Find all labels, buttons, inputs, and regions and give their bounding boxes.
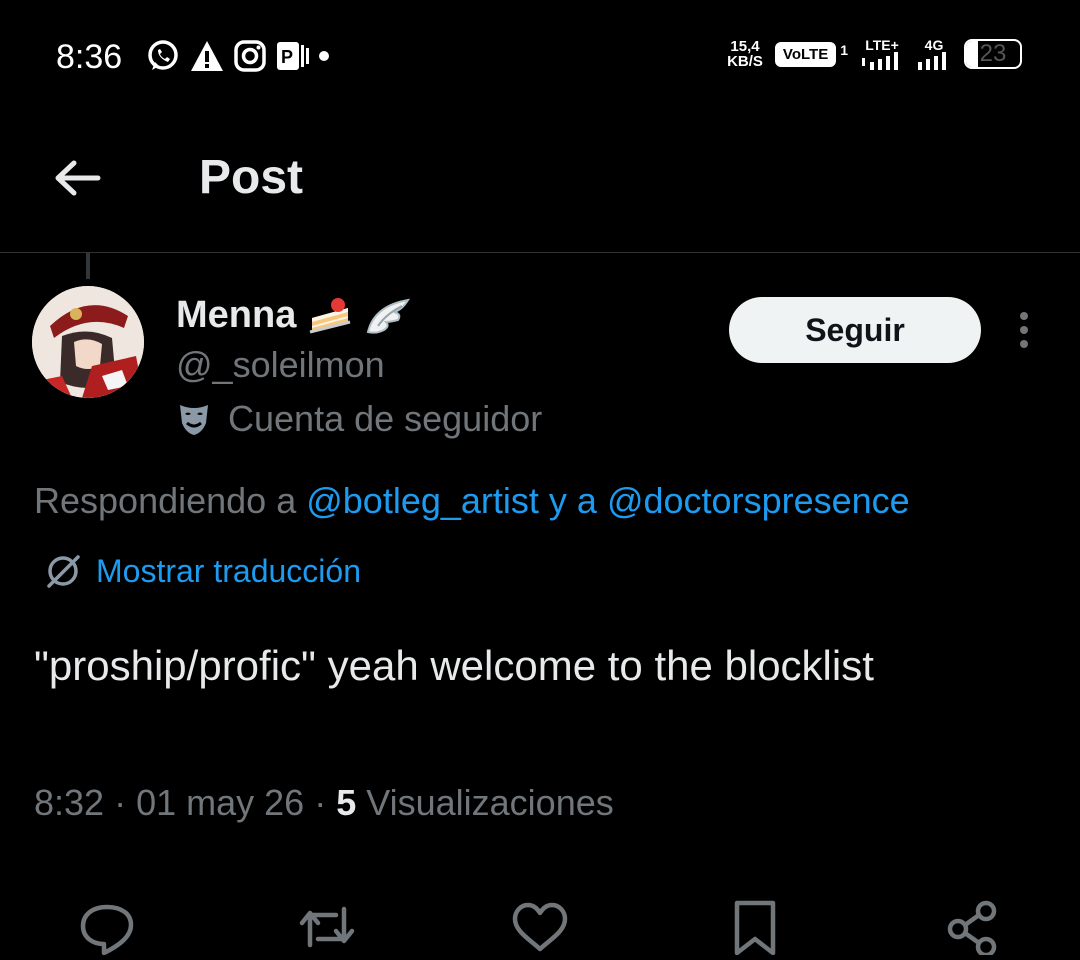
mention-link-1[interactable]: @botleg_artist bbox=[306, 480, 539, 521]
system-indicators: 15,4 KB/S VoLTE 1 LTE+ 4G 23 bbox=[727, 38, 1022, 70]
translate-icon bbox=[47, 555, 80, 588]
like-button[interactable] bbox=[511, 895, 569, 960]
more-options-button[interactable] bbox=[1012, 310, 1036, 355]
battery-fill bbox=[966, 41, 979, 67]
status-time: 8:36 bbox=[56, 38, 123, 76]
back-button[interactable] bbox=[52, 158, 102, 203]
avatar[interactable] bbox=[32, 286, 144, 398]
account-type-text: Cuenta de seguidor bbox=[228, 398, 543, 439]
repost-button[interactable] bbox=[296, 895, 358, 960]
svg-text:P: P bbox=[281, 47, 293, 67]
battery-indicator: 23 bbox=[964, 39, 1022, 69]
status-bar: 8:36 P 15,4 KB/S VoLTE 1 LTE+ 4G 23 bbox=[0, 0, 1080, 120]
views-label[interactable]: Visualizaciones bbox=[366, 782, 613, 823]
page-title: Post bbox=[199, 151, 304, 204]
more-notifications-dot-icon bbox=[319, 51, 329, 61]
post-date: 01 may 26 bbox=[136, 782, 305, 823]
account-type-label: Cuenta de seguidor bbox=[176, 398, 542, 440]
notification-icons: P bbox=[145, 38, 331, 74]
author-name-row[interactable]: Menna bbox=[176, 294, 412, 337]
network-speed-unit: KB/S bbox=[727, 53, 763, 70]
retweet-icon bbox=[299, 906, 355, 948]
share-icon bbox=[947, 900, 997, 958]
post-metadata: 8:32 · 01 may 26 · 5 Visualizaciones bbox=[34, 782, 614, 824]
more-vertical-icon bbox=[1020, 312, 1028, 348]
replying-to-line: Respondiendo a @botleg_artist y a @docto… bbox=[34, 480, 910, 522]
show-translation-button[interactable]: Mostrar traducción bbox=[44, 552, 361, 590]
wing-emoji-icon bbox=[367, 298, 411, 334]
volte-indicator: VoLTE 1 bbox=[774, 41, 848, 67]
mention-link-2[interactable]: @doctorspresence bbox=[607, 480, 910, 521]
views-count: 5 bbox=[336, 782, 357, 823]
network-type-2: 4G bbox=[924, 37, 944, 53]
network-speed-value: 15,4 bbox=[730, 38, 760, 55]
show-translation-label: Mostrar traducción bbox=[96, 552, 361, 589]
post-action-bar bbox=[0, 895, 1080, 958]
signal-bars-icon bbox=[918, 52, 946, 70]
mask-icon bbox=[180, 405, 208, 435]
reply-button[interactable] bbox=[78, 895, 136, 960]
separator-dot: · bbox=[314, 782, 337, 823]
author-handle[interactable]: @_soleilmon bbox=[176, 344, 385, 386]
post-text: "proship/profic" yeah welcome to the blo… bbox=[34, 642, 874, 689]
replying-joiner[interactable]: y a bbox=[549, 480, 597, 521]
reply-icon bbox=[80, 904, 134, 956]
signal-sim2: 4G bbox=[916, 38, 952, 70]
whatsapp-icon bbox=[148, 40, 178, 70]
bookmark-button[interactable] bbox=[732, 895, 778, 960]
bookmark-icon bbox=[734, 900, 776, 956]
signal-bars-icon bbox=[862, 52, 898, 70]
thread-connector-line bbox=[86, 253, 90, 279]
share-button[interactable] bbox=[944, 895, 1000, 960]
post-time: 8:32 bbox=[34, 782, 105, 823]
warning-icon bbox=[191, 41, 223, 71]
instagram-icon bbox=[234, 40, 266, 72]
separator-dot: · bbox=[114, 782, 137, 823]
network-speed: 15,4 KB/S bbox=[727, 39, 763, 69]
cake-emoji-icon bbox=[309, 297, 351, 333]
sim-index: 1 bbox=[840, 41, 848, 58]
app-notification-icon: P bbox=[277, 42, 309, 70]
follow-button[interactable]: Seguir bbox=[729, 297, 981, 363]
battery-percent: 23 bbox=[979, 40, 1007, 67]
avatar-image bbox=[32, 286, 144, 398]
signal-sim1: LTE+ bbox=[860, 38, 904, 70]
top-app-bar: Post bbox=[0, 120, 1080, 253]
network-type-1: LTE+ bbox=[865, 37, 899, 53]
author-name: Menna bbox=[176, 294, 297, 336]
back-arrow-icon bbox=[55, 160, 101, 196]
volte-badge: VoLTE bbox=[774, 41, 837, 67]
replying-prefix: Respondiendo a bbox=[34, 480, 297, 521]
like-icon bbox=[512, 902, 568, 952]
